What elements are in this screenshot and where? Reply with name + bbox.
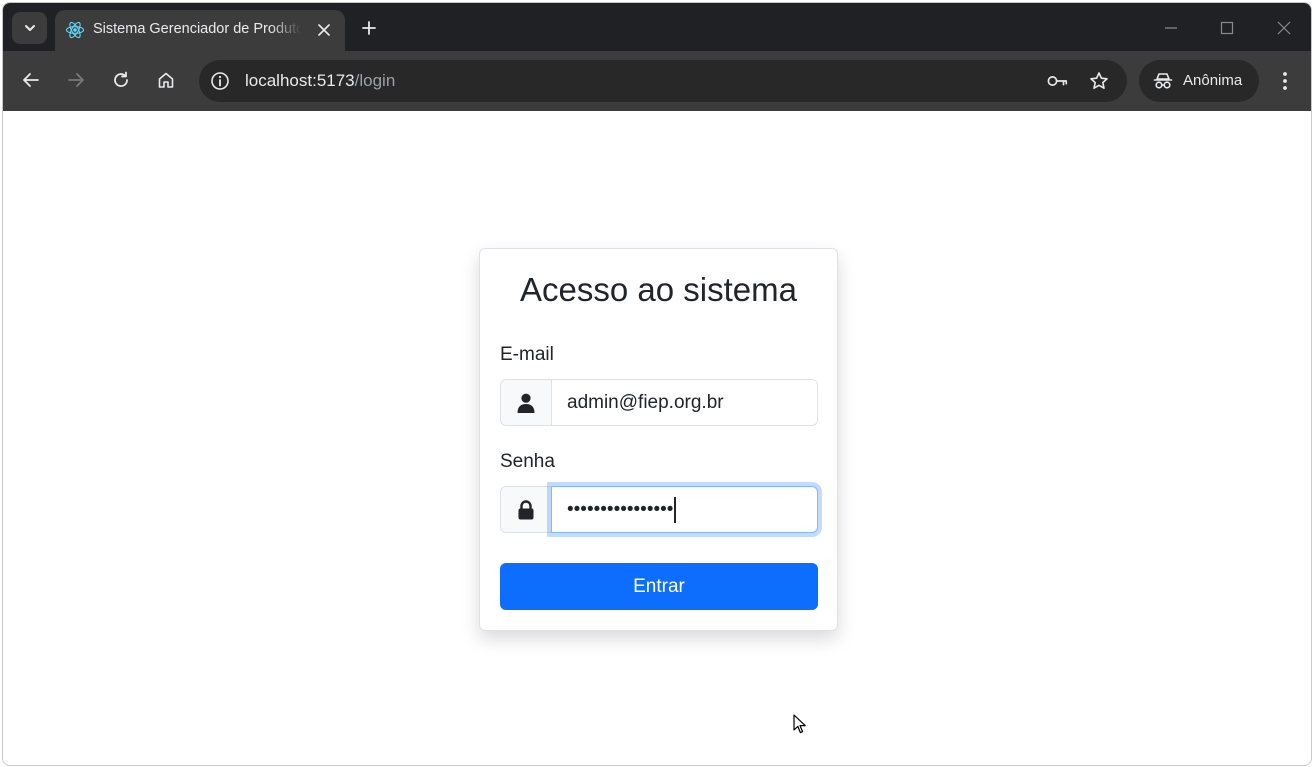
mouse-cursor-icon [793,714,806,734]
url-text: localhost:5173/login [245,71,395,91]
react-icon [65,21,85,39]
email-field[interactable]: admin@fiep.org.br [551,379,818,426]
browser-toolbar: localhost:5173/login Anônima [3,51,1311,111]
maximize-button[interactable] [1216,17,1238,39]
close-window-button[interactable] [1273,17,1295,39]
arrow-left-icon [23,73,39,87]
browser-menu-button[interactable] [1275,69,1295,93]
new-tab-button[interactable] [358,17,380,39]
text-caret [674,496,676,523]
password-label: Senha [500,451,555,472]
star-icon [1090,72,1108,89]
more-vertical-icon [1283,72,1287,90]
password-masked-value: •••••••••••••••• [567,499,674,520]
arrow-right-icon [68,73,84,87]
close-icon [318,24,330,36]
back-button[interactable] [18,67,44,93]
tab-close-button[interactable] [314,20,334,40]
plus-icon [362,21,376,35]
home-icon [158,72,174,88]
key-icon [1047,76,1068,86]
user-icon [517,393,535,413]
lock-icon [518,499,534,519]
password-field[interactable]: •••••••••••••••• [551,486,818,533]
login-card: Acesso ao sistema E-mail admin@fiep.org.… [479,248,838,631]
password-addon [500,486,552,533]
tab-strip: Sistema Gerenciador de Produtos [3,3,1311,51]
reload-button[interactable] [108,67,134,93]
tab-search-button[interactable] [12,12,47,44]
chevron-down-icon [24,25,35,31]
email-addon [500,379,552,426]
login-title: Acesso ao sistema [520,271,797,308]
email-input-group: admin@fiep.org.br [500,379,818,426]
password-manager-button[interactable] [1047,70,1069,92]
close-icon [1277,21,1291,35]
minimize-icon [1165,27,1177,29]
browser-window: Sistema Gerenciador de Produtos localhos… [2,2,1312,766]
maximize-icon [1220,21,1234,35]
minimize-button[interactable] [1160,17,1182,39]
page-content: Acesso ao sistema E-mail admin@fiep.org.… [3,111,1311,765]
address-bar[interactable]: localhost:5173/login [199,60,1127,102]
incognito-icon [1153,73,1173,89]
url-host: localhost:5173 [245,71,355,90]
url-path: /login [354,71,396,90]
incognito-profile-button[interactable]: Anônima [1139,60,1259,102]
bookmark-button[interactable] [1088,70,1110,92]
reload-icon [114,71,128,87]
forward-button[interactable] [63,67,89,93]
login-submit-button[interactable]: Entrar [500,563,818,610]
tab-title: Sistema Gerenciador de Produtos [93,21,301,37]
email-label: E-mail [500,344,554,365]
info-icon [211,72,229,90]
password-input-group: •••••••••••••••• [500,486,818,533]
tab-active[interactable]: Sistema Gerenciador de Produtos [55,10,345,51]
home-button[interactable] [153,67,179,93]
site-info-button[interactable] [208,69,232,93]
incognito-label: Anônima [1183,72,1243,89]
